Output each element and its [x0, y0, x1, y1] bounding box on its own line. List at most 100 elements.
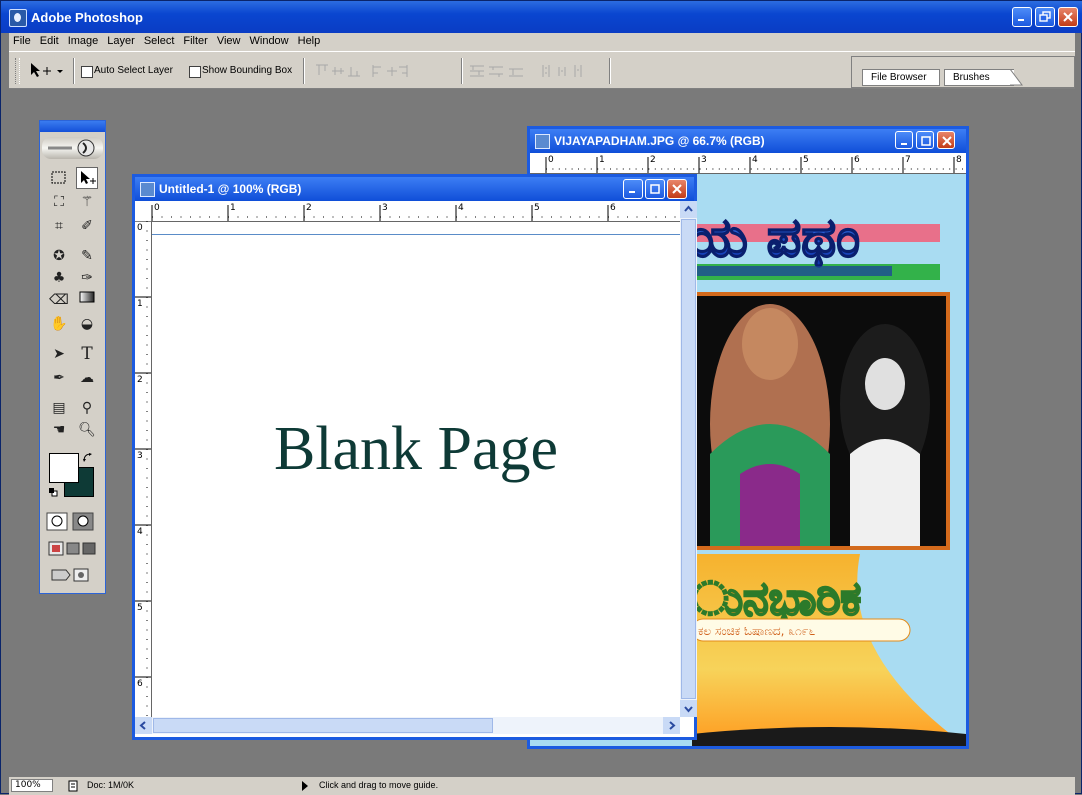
ruler-number: 0 — [548, 155, 554, 165]
menu-select[interactable]: Select — [140, 33, 180, 47]
eyedropper-icon[interactable]: ⚲ — [76, 397, 98, 419]
dodge-icon[interactable]: ◒ — [76, 313, 98, 335]
distribute-buttons[interactable] — [469, 63, 609, 82]
ruler-number: 3 — [137, 451, 143, 461]
scroll-down-button[interactable] — [680, 700, 697, 717]
restore-button[interactable] — [1035, 7, 1055, 27]
status-hint: Click and drag to move guide. — [319, 780, 439, 790]
svg-text:ುನಭಾರಿಕ: ುನಭಾರಿಕ — [692, 571, 861, 625]
document-titlebar[interactable]: Untitled-1 @ 100% (RGB) — [135, 177, 694, 201]
menu-file[interactable]: File — [9, 33, 36, 47]
minimize-button[interactable] — [1012, 7, 1032, 27]
status-bar: 100% Doc: 1M/0K Click and drag to move g… — [9, 777, 1075, 795]
palette-well: File Browser Brushes — [851, 56, 1075, 88]
ruler-number: 3 — [701, 155, 707, 165]
marquee-icon[interactable] — [48, 169, 70, 191]
adobe-online-button[interactable] — [42, 137, 103, 159]
ruler-number: 3 — [382, 203, 388, 213]
horizontal-ruler[interactable]: 0 1 2 3 4 5 6 — [135, 201, 680, 222]
doc-maximize-button[interactable] — [645, 179, 665, 199]
eraser-icon[interactable]: ⌫ — [48, 289, 70, 311]
lasso-icon[interactable]: ⛶ — [48, 191, 70, 213]
horizontal-scrollbar[interactable] — [135, 717, 680, 734]
status-arrow-icon[interactable] — [301, 781, 309, 794]
doc-minimize-button[interactable] — [895, 131, 913, 149]
auto-select-layer-checkbox[interactable] — [81, 66, 93, 78]
ruler-number: 8 — [956, 155, 962, 165]
default-colors-icon[interactable] — [49, 487, 58, 497]
menu-layer[interactable]: Layer — [103, 33, 140, 47]
history-brush-icon[interactable]: ✑ — [76, 267, 98, 289]
doc-info-icon[interactable] — [67, 780, 79, 795]
foreground-color-swatch[interactable] — [49, 453, 79, 483]
slice-icon[interactable]: ✐ — [76, 215, 98, 237]
document-canvas[interactable]: Blank Page — [152, 222, 680, 717]
scroll-up-button[interactable] — [680, 201, 697, 218]
gradient-icon[interactable] — [76, 289, 98, 311]
ruler-number: 5 — [534, 203, 540, 213]
scroll-right-button[interactable] — [663, 717, 680, 734]
menu-view[interactable]: View — [213, 33, 246, 47]
menu-window[interactable]: Window — [246, 33, 294, 47]
jump-to-imageready-icon[interactable] — [44, 565, 102, 585]
options-grip[interactable] — [15, 58, 20, 84]
shape-icon[interactable]: ☁ — [76, 367, 98, 389]
menu-image[interactable]: Image — [64, 33, 104, 47]
ruler-number: 4 — [458, 203, 464, 213]
zoom-icon[interactable]: 🔍︎ — [76, 419, 98, 441]
document-titlebar[interactable]: VIJAYAPADHAM.JPG @ 66.7% (RGB) — [530, 129, 966, 153]
magic-wand-icon[interactable]: ⚚ — [76, 191, 98, 213]
photoshop-app-icon — [9, 9, 27, 27]
ruler-number: 6 — [137, 679, 143, 689]
menu-edit[interactable]: Edit — [36, 33, 64, 47]
scroll-thumb[interactable] — [681, 219, 696, 699]
scroll-thumb[interactable] — [153, 718, 493, 733]
tab-brushes[interactable]: Brushes — [944, 69, 1014, 86]
separator — [303, 58, 305, 84]
app-title: Adobe Photoshop — [31, 10, 143, 25]
separator — [73, 58, 75, 84]
doc-maximize-button[interactable] — [916, 131, 934, 149]
stamp-icon[interactable]: ♣ — [48, 267, 70, 289]
toolbox: ⛶ ⚚ ⌗ ✐ ✪ ✎ ♣ ✑ ⌫ ✋ ◒ ➤ T ✒ ☁ ▤ ⚲ ☚ 🔍︎ — [39, 120, 106, 594]
menu-help[interactable]: Help — [294, 33, 326, 47]
type-icon[interactable]: T — [76, 343, 98, 365]
menu-filter[interactable]: Filter — [179, 33, 212, 47]
separator — [609, 58, 611, 84]
toolbox-titlebar[interactable] — [40, 121, 105, 132]
ruler-number: 1 — [599, 155, 605, 165]
tool-preset-picker[interactable] — [29, 61, 65, 82]
ruler-number: 4 — [137, 527, 143, 537]
document-icon — [535, 134, 550, 149]
show-bounding-box-checkbox[interactable] — [189, 66, 201, 78]
blur-icon[interactable]: ✋ — [48, 313, 70, 335]
healing-icon[interactable]: ✪ — [48, 245, 70, 267]
path-select-icon[interactable]: ➤ — [48, 343, 70, 365]
zoom-field[interactable]: 100% — [11, 779, 53, 792]
menu-bar: File Edit Image Layer Select Filter View Window… — [9, 33, 1075, 51]
pen-icon[interactable]: ✒ — [48, 367, 70, 389]
doc-close-button[interactable] — [937, 131, 955, 149]
doc-minimize-button[interactable] — [623, 179, 643, 199]
doc-size: Doc: 1M/0K — [87, 780, 135, 790]
brush-icon[interactable]: ✎ — [76, 245, 98, 267]
horizontal-ruler[interactable]: 0 1 2 3 4 5 6 7 8 — [530, 153, 966, 174]
doc-close-button[interactable] — [667, 179, 687, 199]
align-buttons[interactable] — [315, 63, 455, 82]
tab-file-browser[interactable]: File Browser — [862, 69, 940, 86]
close-button[interactable] — [1058, 7, 1078, 27]
crop-icon[interactable]: ⌗ — [48, 215, 70, 237]
auto-select-layer-label: Auto Select Layer — [94, 65, 173, 76]
document-window-untitled[interactable]: Untitled-1 @ 100% (RGB) 0 1 2 3 4 5 6 0 … — [132, 174, 697, 740]
vertical-scrollbar[interactable] — [680, 201, 697, 717]
screen-mode-group[interactable] — [44, 539, 102, 559]
vertical-ruler[interactable]: 0 1 2 3 4 5 6 — [135, 220, 152, 717]
swap-colors-icon[interactable] — [83, 453, 93, 466]
app-titlebar[interactable]: Adobe Photoshop — [1, 1, 1082, 33]
notes-icon[interactable]: ▤ — [48, 397, 70, 419]
hand-icon[interactable]: ☚ — [48, 419, 70, 441]
ruler-number: 2 — [306, 203, 312, 213]
scroll-left-button[interactable] — [135, 717, 152, 734]
move-tool-icon[interactable] — [76, 167, 98, 189]
guide-line[interactable] — [152, 234, 680, 235]
